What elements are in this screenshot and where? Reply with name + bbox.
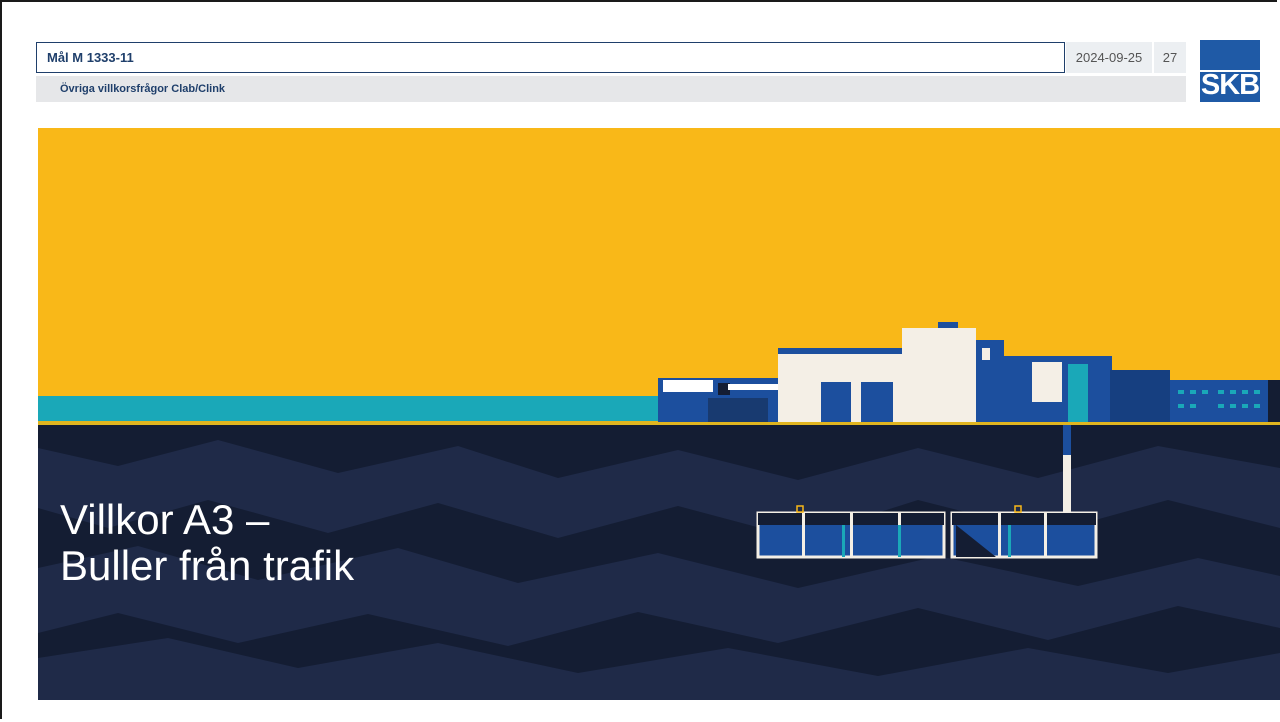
- skb-logo: SKB: [1200, 40, 1260, 102]
- section-subtitle: Övriga villkorsfrågor Clab/Clink: [36, 76, 1186, 102]
- case-number: Mål M 1333-11: [36, 42, 1065, 73]
- hero-illustration: [38, 128, 1280, 700]
- page-number: 27: [1154, 42, 1186, 73]
- slide-title-line-2: Buller från trafik: [60, 542, 355, 589]
- slide-title-line-1: Villkor A3 –: [60, 496, 270, 543]
- slide-title: Villkor A3 – Buller från trafik: [60, 497, 354, 589]
- skb-logo-text: SKB: [1201, 69, 1259, 101]
- date-label: 2024-09-25: [1066, 42, 1152, 73]
